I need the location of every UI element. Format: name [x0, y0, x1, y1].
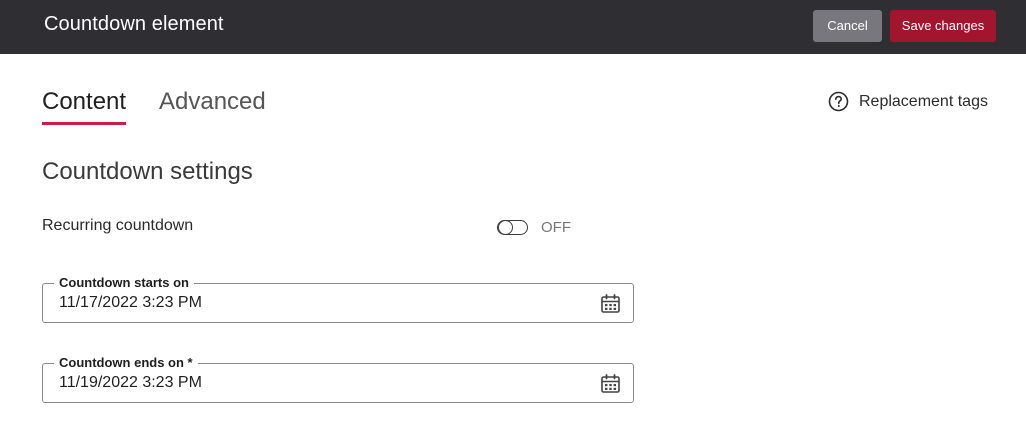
field-label: Countdown ends on *: [54, 355, 198, 371]
tab-content[interactable]: Content: [42, 88, 126, 116]
recurring-countdown-label: Recurring countdown: [42, 217, 194, 234]
cancel-button[interactable]: Cancel: [813, 10, 882, 42]
calendar-icon[interactable]: [600, 293, 621, 314]
active-tab-indicator: [42, 122, 126, 125]
toggle-state-label: OFF: [541, 219, 571, 236]
recurring-countdown-toggle[interactable]: OFF: [497, 219, 571, 236]
replacement-tags-link[interactable]: Replacement tags: [828, 91, 988, 112]
field-label: Countdown starts on: [54, 275, 194, 291]
section-title: Countdown settings: [42, 158, 253, 185]
countdown-starts-field[interactable]: Countdown starts on 11/17/2022 3:23 PM: [42, 275, 634, 323]
help-circle-icon: [828, 91, 849, 112]
save-changes-button[interactable]: Save changes: [890, 10, 996, 42]
calendar-icon[interactable]: [600, 373, 621, 394]
field-value[interactable]: 11/17/2022 3:23 PM: [59, 294, 202, 312]
dialog-title: Countdown element: [44, 13, 224, 35]
replacement-tags-label: Replacement tags: [859, 92, 988, 110]
countdown-ends-field[interactable]: Countdown ends on * 11/19/2022 3:23 PM: [42, 355, 634, 403]
tab-advanced[interactable]: Advanced: [159, 88, 266, 116]
field-value[interactable]: 11/19/2022 3:23 PM: [59, 374, 202, 392]
toggle-knob: [498, 219, 513, 235]
top-bar: Countdown element Cancel Save changes: [0, 0, 1026, 54]
toggle-track: [497, 219, 528, 235]
